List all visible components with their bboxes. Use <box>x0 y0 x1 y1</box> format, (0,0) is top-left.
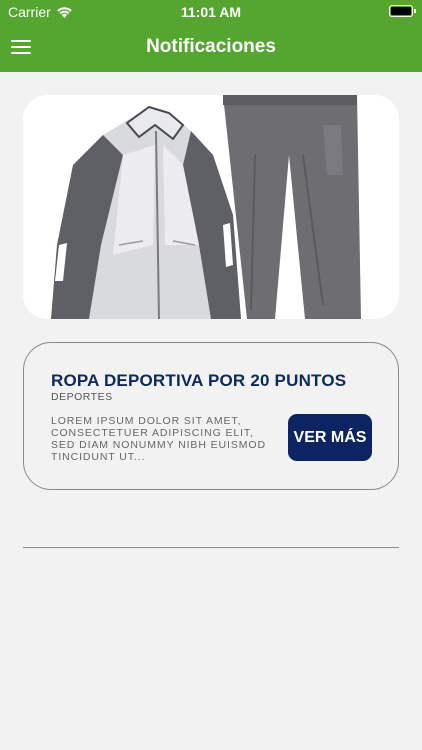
battery-level <box>391 7 411 15</box>
tracksuit-image <box>51 95 361 319</box>
status-time: 11:01 AM <box>180 4 242 20</box>
page-title: Notificaciones <box>146 36 276 57</box>
divider <box>23 547 399 548</box>
notification-title: ROPA DEPORTIVA POR 20 PUNTOS <box>51 371 347 390</box>
ver-mas-button[interactable]: VER MÁS <box>288 414 372 461</box>
notification-card: ROPA DEPORTIVA POR 20 PUNTOS DEPORTES LO… <box>23 342 399 490</box>
notification-image <box>23 95 399 319</box>
status-bar: Carrier 11:01 AM <box>0 0 422 24</box>
app-header: Carrier 11:01 AM Notificaciones <box>0 0 422 72</box>
notification-category: DEPORTES <box>51 391 113 403</box>
battery-icon <box>389 5 416 17</box>
notification-description: LOREM IPSUM DOLOR SIT AMET, CONSECTETUER… <box>51 415 266 463</box>
